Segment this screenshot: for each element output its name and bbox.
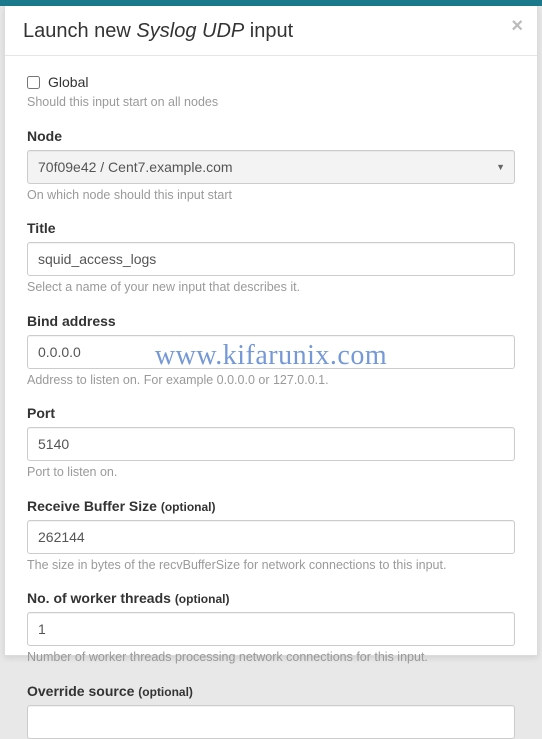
field-worker-threads: No. of worker threads (optional) Number … <box>27 590 515 667</box>
modal-header: Launch new Syslog UDP input × <box>5 6 537 56</box>
recv-buffer-label: Receive Buffer Size (optional) <box>27 498 515 514</box>
field-port: Port Port to listen on. <box>27 405 515 482</box>
title-em: Syslog UDP <box>136 20 244 42</box>
title-help: Select a name of your new input that des… <box>27 279 515 297</box>
field-bind-address: Bind address Address to listen on. For e… <box>27 313 515 390</box>
port-help: Port to listen on. <box>27 464 515 482</box>
override-source-label: Override source (optional) <box>27 683 515 699</box>
recv-buffer-label-text: Receive Buffer Size <box>27 498 157 514</box>
node-label: Node <box>27 128 515 144</box>
override-source-optional: (optional) <box>138 685 193 699</box>
field-node: Node 70f09e42 / Cent7.example.com On whi… <box>27 128 515 205</box>
field-recv-buffer: Receive Buffer Size (optional) The size … <box>27 498 515 575</box>
node-select-wrapper: 70f09e42 / Cent7.example.com <box>27 150 515 184</box>
field-global: Global Should this input start on all no… <box>27 74 515 112</box>
node-select[interactable]: 70f09e42 / Cent7.example.com <box>27 150 515 184</box>
port-input[interactable] <box>27 427 515 461</box>
override-source-label-text: Override source <box>27 683 134 699</box>
recv-buffer-help: The size in bytes of the recvBufferSize … <box>27 557 515 575</box>
global-checkbox[interactable] <box>27 76 40 89</box>
worker-threads-optional: (optional) <box>175 592 230 606</box>
title-suffix: input <box>244 20 293 42</box>
node-help: On which node should this input start <box>27 187 515 205</box>
title-prefix: Launch new <box>23 20 136 42</box>
modal-title: Launch new Syslog UDP input <box>23 20 519 43</box>
modal-body: Global Should this input start on all no… <box>5 56 537 739</box>
worker-threads-help: Number of worker threads processing netw… <box>27 649 515 667</box>
title-input[interactable] <box>27 242 515 276</box>
close-icon[interactable]: × <box>511 16 523 36</box>
bind-address-label: Bind address <box>27 313 515 329</box>
modal-dialog: Launch new Syslog UDP input × Global Sho… <box>4 6 538 656</box>
title-label: Title <box>27 220 515 236</box>
field-override-source: Override source (optional) <box>27 683 515 739</box>
worker-threads-label: No. of worker threads (optional) <box>27 590 515 606</box>
worker-threads-label-text: No. of worker threads <box>27 590 171 606</box>
recv-buffer-input[interactable] <box>27 520 515 554</box>
worker-threads-input[interactable] <box>27 612 515 646</box>
global-label: Global <box>48 74 88 90</box>
recv-buffer-optional: (optional) <box>161 500 216 514</box>
override-source-input[interactable] <box>27 705 515 739</box>
bind-address-input[interactable] <box>27 335 515 369</box>
bind-address-help: Address to listen on. For example 0.0.0.… <box>27 372 515 390</box>
global-help: Should this input start on all nodes <box>27 94 515 112</box>
field-title: Title Select a name of your new input th… <box>27 220 515 297</box>
port-label: Port <box>27 405 515 421</box>
global-checkbox-row: Global <box>27 74 515 90</box>
